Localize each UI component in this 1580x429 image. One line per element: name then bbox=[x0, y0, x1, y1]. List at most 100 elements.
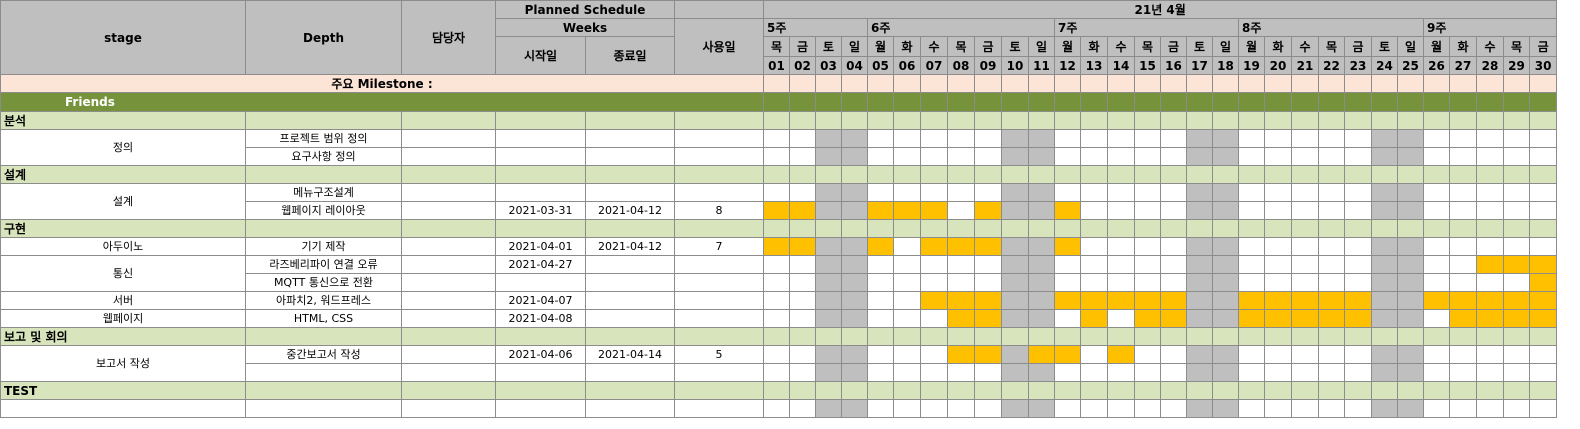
day-cell[interactable] bbox=[1529, 219, 1558, 238]
day-cell[interactable] bbox=[1080, 201, 1109, 220]
day-cell[interactable] bbox=[1344, 399, 1373, 418]
day-cell[interactable] bbox=[1449, 381, 1478, 400]
day-cell[interactable] bbox=[1529, 165, 1558, 184]
depth-cell[interactable]: 아파치2, 워드프레스 bbox=[245, 291, 402, 310]
day-cell[interactable] bbox=[974, 381, 1003, 400]
day-cell[interactable] bbox=[1186, 165, 1214, 184]
day-cell[interactable] bbox=[1476, 219, 1505, 238]
day-cell[interactable] bbox=[1160, 237, 1188, 256]
day-cell[interactable] bbox=[1080, 183, 1109, 202]
day-cell[interactable] bbox=[841, 183, 869, 202]
day-cell[interactable] bbox=[1054, 273, 1082, 292]
day-cell[interactable] bbox=[1371, 363, 1399, 382]
day-cell[interactable] bbox=[1080, 129, 1109, 148]
day-cell[interactable] bbox=[1001, 291, 1030, 310]
day-cell[interactable] bbox=[1212, 381, 1240, 400]
stage-cell[interactable]: 보고서 작성 bbox=[0, 345, 246, 382]
day-cell[interactable] bbox=[867, 219, 895, 238]
day-cell[interactable] bbox=[815, 381, 843, 400]
day-cell[interactable] bbox=[1449, 219, 1478, 238]
stage-cell[interactable]: 통신 bbox=[0, 255, 246, 292]
day-cell[interactable] bbox=[1160, 129, 1188, 148]
day-cell[interactable] bbox=[1001, 111, 1030, 130]
day-cell[interactable] bbox=[1423, 201, 1451, 220]
day-cell[interactable] bbox=[1212, 237, 1240, 256]
day-cell[interactable] bbox=[789, 165, 817, 184]
day-cell[interactable] bbox=[1212, 309, 1240, 328]
schedule-bar-cell[interactable] bbox=[947, 237, 976, 256]
day-cell[interactable] bbox=[1186, 237, 1214, 256]
day-cell[interactable] bbox=[1054, 327, 1082, 346]
day-cell[interactable] bbox=[1449, 345, 1478, 364]
day-cell[interactable] bbox=[920, 381, 949, 400]
day-cell[interactable] bbox=[1371, 111, 1399, 130]
day-cell[interactable] bbox=[1080, 255, 1109, 274]
day-cell[interactable] bbox=[1318, 345, 1346, 364]
day-cell[interactable] bbox=[1001, 255, 1030, 274]
day-cell[interactable] bbox=[1371, 201, 1399, 220]
day-cell[interactable] bbox=[1001, 129, 1030, 148]
schedule-bar-cell[interactable] bbox=[1503, 309, 1531, 328]
day-cell[interactable] bbox=[841, 327, 869, 346]
day-cell[interactable] bbox=[1423, 363, 1451, 382]
schedule-bar-cell[interactable] bbox=[1529, 309, 1558, 328]
day-cell[interactable] bbox=[1238, 381, 1266, 400]
day-cell[interactable] bbox=[893, 291, 922, 310]
schedule-bar-cell[interactable] bbox=[1054, 345, 1082, 364]
days-used-cell[interactable]: 7 bbox=[674, 237, 765, 256]
day-cell[interactable] bbox=[841, 201, 869, 220]
day-cell[interactable] bbox=[1371, 255, 1399, 274]
schedule-bar-cell[interactable] bbox=[1476, 255, 1505, 274]
day-cell[interactable] bbox=[1449, 129, 1478, 148]
day-cell[interactable] bbox=[1001, 309, 1030, 328]
day-cell[interactable] bbox=[1238, 237, 1266, 256]
day-cell[interactable] bbox=[920, 327, 949, 346]
day-cell[interactable] bbox=[893, 345, 922, 364]
day-cell[interactable] bbox=[974, 219, 1003, 238]
day-cell[interactable] bbox=[789, 345, 817, 364]
day-cell[interactable] bbox=[1212, 255, 1240, 274]
day-cell[interactable] bbox=[1503, 165, 1531, 184]
depth-cell[interactable] bbox=[245, 363, 402, 382]
day-cell[interactable] bbox=[1160, 165, 1188, 184]
day-cell[interactable] bbox=[1397, 255, 1425, 274]
day-cell[interactable] bbox=[1028, 309, 1056, 328]
day-cell[interactable] bbox=[1186, 327, 1214, 346]
day-cell[interactable] bbox=[1134, 165, 1162, 184]
start-date-cell[interactable] bbox=[495, 399, 586, 418]
day-cell[interactable] bbox=[1397, 147, 1425, 166]
schedule-bar-cell[interactable] bbox=[1080, 309, 1109, 328]
depth-cell[interactable] bbox=[245, 399, 402, 418]
day-cell[interactable] bbox=[1186, 183, 1214, 202]
day-cell[interactable] bbox=[867, 291, 895, 310]
end-date-cell[interactable] bbox=[584, 129, 676, 148]
start-date-cell[interactable] bbox=[495, 273, 586, 292]
day-cell[interactable] bbox=[815, 237, 843, 256]
day-cell[interactable] bbox=[815, 129, 843, 148]
schedule-bar-cell[interactable] bbox=[1264, 291, 1293, 310]
day-cell[interactable] bbox=[974, 165, 1003, 184]
day-cell[interactable] bbox=[1186, 147, 1214, 166]
day-cell[interactable] bbox=[1318, 165, 1346, 184]
day-cell[interactable] bbox=[1397, 363, 1425, 382]
end-date-cell[interactable] bbox=[584, 291, 676, 310]
day-cell[interactable] bbox=[1264, 345, 1293, 364]
day-cell[interactable] bbox=[815, 111, 843, 130]
depth-cell[interactable]: 메뉴구조설계 bbox=[245, 183, 402, 202]
depth-cell[interactable]: 프로젝트 범위 정의 bbox=[245, 129, 402, 148]
end-date-cell[interactable] bbox=[584, 363, 676, 382]
day-cell[interactable] bbox=[1291, 345, 1320, 364]
day-cell[interactable] bbox=[789, 363, 817, 382]
day-cell[interactable] bbox=[1054, 363, 1082, 382]
day-cell[interactable] bbox=[1344, 147, 1373, 166]
depth-cell[interactable]: HTML, CSS bbox=[245, 309, 402, 328]
day-cell[interactable] bbox=[974, 111, 1003, 130]
stage-cell[interactable]: 아두이노 bbox=[0, 237, 246, 256]
day-cell[interactable] bbox=[1001, 399, 1030, 418]
day-cell[interactable] bbox=[1212, 219, 1240, 238]
day-cell[interactable] bbox=[1529, 201, 1558, 220]
day-cell[interactable] bbox=[1423, 399, 1451, 418]
day-cell[interactable] bbox=[1238, 129, 1266, 148]
day-cell[interactable] bbox=[841, 219, 869, 238]
day-cell[interactable] bbox=[841, 111, 869, 130]
